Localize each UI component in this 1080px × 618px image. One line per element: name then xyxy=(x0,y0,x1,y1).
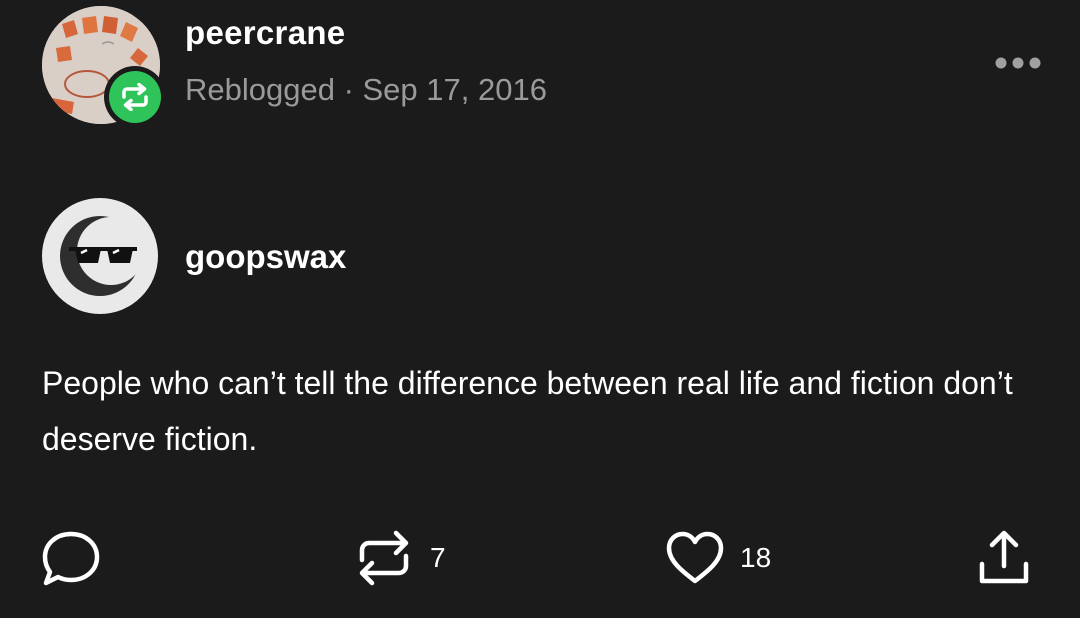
share-icon xyxy=(979,530,1029,584)
reblog-button[interactable]: 7 xyxy=(352,520,446,596)
like-count: 18 xyxy=(740,542,772,573)
reblog-badge xyxy=(104,66,166,128)
reblogger-username[interactable]: peercrane xyxy=(185,14,345,52)
post-actions: 7 18 xyxy=(0,520,1080,600)
author-username[interactable]: goopswax xyxy=(185,238,346,276)
reply-icon xyxy=(42,531,100,586)
author-avatar[interactable] xyxy=(42,198,158,314)
heart-icon xyxy=(666,531,724,584)
reblog-count: 7 xyxy=(430,542,446,573)
post-header: peercrane Reblogged · Sep 17, 2016 xyxy=(0,0,1080,140)
reply-button[interactable] xyxy=(40,520,102,596)
reblog-icon xyxy=(122,83,148,111)
reblog-icon xyxy=(359,530,409,586)
reblog-timestamp: Reblogged · Sep 17, 2016 xyxy=(185,72,547,107)
share-button[interactable] xyxy=(972,520,1036,596)
like-button[interactable]: 18 xyxy=(664,520,771,596)
post-text: People who can’t tell the difference bet… xyxy=(42,365,1013,457)
more-options-button[interactable] xyxy=(990,48,1046,78)
more-options-icon xyxy=(995,57,1041,69)
sunglasses-moon-icon xyxy=(60,216,145,296)
reblog-badge-icon xyxy=(109,71,161,123)
post-card: peercrane Reblogged · Sep 17, 2016 goops… xyxy=(0,0,1080,618)
